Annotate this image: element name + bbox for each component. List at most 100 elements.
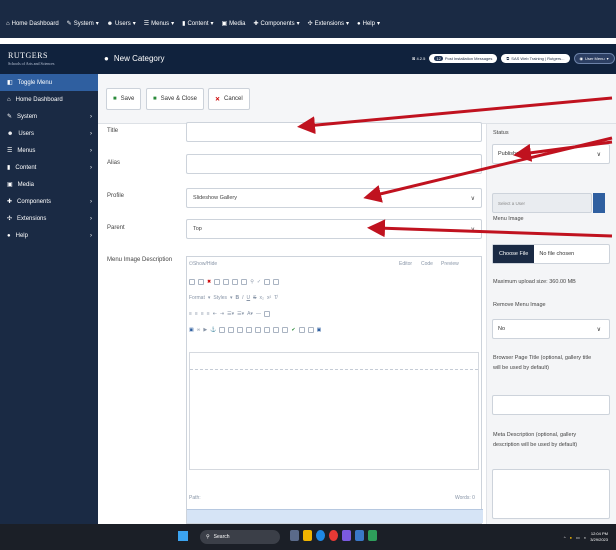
volume-icon[interactable]: ◖ [584,535,586,540]
excel-icon[interactable] [368,530,377,541]
align-center-icon[interactable]: ≡ [195,311,198,317]
numbered-list-icon[interactable]: ☰▾ [237,311,244,317]
task-view-icon[interactable] [290,530,299,541]
select-user-button[interactable] [593,193,605,213]
pagebreak-icon[interactable] [273,327,280,333]
nonbreaking-icon[interactable] [307,327,314,333]
sidebar-item-system[interactable]: ✎ System › [0,108,98,125]
editor-tab-code[interactable]: Code [421,261,433,267]
save-close-button[interactable]: ■ Save & Close [146,88,204,110]
superscript-icon[interactable]: x² [267,295,271,301]
readmore-icon[interactable] [282,327,289,333]
text-color-icon[interactable]: A▾ [247,311,253,317]
sidebar-item-extensions[interactable]: ✣ Extensions › [0,210,98,227]
align-right-icon[interactable]: ≡ [201,311,204,317]
redo-icon[interactable] [198,279,204,285]
anchor-icon[interactable]: ⚓ [210,327,216,333]
emoticon-icon[interactable] [264,327,271,333]
brush-icon[interactable]: ✓ [257,279,261,285]
editor-extra-buttons[interactable] [187,509,483,523]
fullscreen-icon[interactable] [228,327,235,333]
styles-select[interactable]: Styles [213,295,227,301]
paste-text-icon[interactable] [232,279,239,285]
parent-select[interactable]: Top ∨ [186,219,482,239]
underline-icon[interactable]: U [247,295,251,301]
sidebar-item-content[interactable]: ▮ Content › [0,159,98,176]
find-icon[interactable]: ⚲ [250,279,254,285]
format-select[interactable]: Format [189,295,205,301]
taskbar-search[interactable]: ⚲ Search [200,530,280,544]
outdent-icon[interactable]: ⇤ [213,311,217,317]
top-menu-home[interactable]: ⌂ Home Dashboard [6,20,59,27]
editor-toggle-button[interactable]: ⏻Show/Hide [189,261,217,267]
teams-icon[interactable] [342,530,351,541]
outlook-icon[interactable] [355,530,364,541]
top-menu-components[interactable]: ✚ Components ▾ [254,20,300,28]
sidebar-item-components[interactable]: ✚ Components › [0,193,98,210]
template-icon[interactable] [246,327,253,333]
top-menu-media[interactable]: ▣ Media [222,20,246,28]
title-field[interactable] [186,122,482,142]
paste-word-icon[interactable] [241,279,248,285]
sidebar-item-help[interactable]: ● Help › [0,227,98,244]
site-logo[interactable]: RUTGERS Schools of Arts and Sciences [8,52,68,68]
cancel-button[interactable]: ✕ Cancel [208,88,250,110]
clear-format-icon[interactable]: T̸ [274,295,277,301]
justify-icon[interactable]: ≡ [207,311,210,317]
meta-description-field[interactable] [492,469,610,519]
chrome-icon[interactable] [329,530,338,541]
notification-app-icon[interactable]: ● [570,535,572,540]
link-icon[interactable]: ∞ [197,327,201,333]
top-menu-menus[interactable]: ☰ Menus ▾ [144,20,174,28]
edge-icon[interactable] [316,530,325,541]
top-menu-content[interactable]: ▮ Content ▾ [182,20,213,28]
bold-icon[interactable]: B [236,295,240,301]
windows-start-icon[interactable] [178,531,188,541]
alias-field[interactable] [186,154,482,174]
save-button[interactable]: ■ Save [106,88,142,110]
site-link-button[interactable]: ⧉ SAS Web Training | Rutgers... [501,54,570,63]
top-menu-users[interactable]: ☻ Users ▾ [107,20,136,28]
editor-tab-preview[interactable]: Preview [441,261,459,267]
image-insert-icon[interactable]: ▣ [189,327,194,333]
top-menu-system[interactable]: ✎ System ▾ [67,20,99,28]
post-install-messages-button[interactable]: 12 Post Installation Messages [429,54,498,63]
subscript-icon[interactable]: x₂ [259,295,263,301]
profile-select[interactable]: Slideshow Gallery ∨ [186,188,482,208]
code-icon[interactable] [219,327,226,333]
file-explorer-icon[interactable] [303,530,312,541]
editor-content-area[interactable] [189,352,479,470]
top-menu-extensions[interactable]: ✣ Extensions ▾ [308,20,349,28]
strikethrough-icon[interactable]: S [253,295,256,301]
italic-icon[interactable]: I [242,295,243,301]
user-menu-button[interactable]: ◉ User Menu ▾ [573,53,615,64]
sidebar-item-home-dashboard[interactable]: ⌂ Home Dashboard [0,91,98,108]
spellcheck-icon[interactable] [273,279,280,285]
choose-file-button[interactable]: Choose File [493,245,535,263]
media-icon[interactable]: ▶ [203,327,207,333]
visual-aids-icon[interactable] [298,327,305,333]
copy-icon[interactable] [214,279,221,285]
remove-menu-image-select[interactable]: No ∨ [492,319,610,339]
sidebar-item-users[interactable]: ☻ Users › [0,125,98,142]
table-icon[interactable] [263,311,270,317]
align-left-icon[interactable]: ≡ [189,311,192,317]
sidebar-item-media[interactable]: ▣ Media [0,176,98,193]
blocks-icon[interactable] [237,327,244,333]
indent-icon[interactable]: ⇥ [220,311,224,317]
horizontal-rule-icon[interactable]: — [256,311,261,317]
paste-icon[interactable] [223,279,230,285]
undo-icon[interactable] [189,279,195,285]
spellcheck-toggle-icon[interactable]: ✔ [291,327,295,333]
editor-tab-editor[interactable]: Editor [399,261,412,267]
browser-page-title-field[interactable] [492,395,610,415]
clock[interactable]: 12:04 PM 3/29/2023 [590,531,608,543]
bullet-list-icon[interactable]: ☰▾ [227,311,234,317]
sidebar-item-menus[interactable]: ☰ Menus › [0,142,98,159]
created-by-field[interactable]: Select a User [492,193,592,213]
media-manager-icon[interactable]: ▣ [317,327,322,333]
chevron-up-icon[interactable]: ^ [564,535,566,540]
cut-icon[interactable]: ✖ [207,279,211,285]
charmap-icon[interactable] [255,327,262,333]
menu-image-file-input[interactable]: Choose File No file chosen [492,244,610,264]
